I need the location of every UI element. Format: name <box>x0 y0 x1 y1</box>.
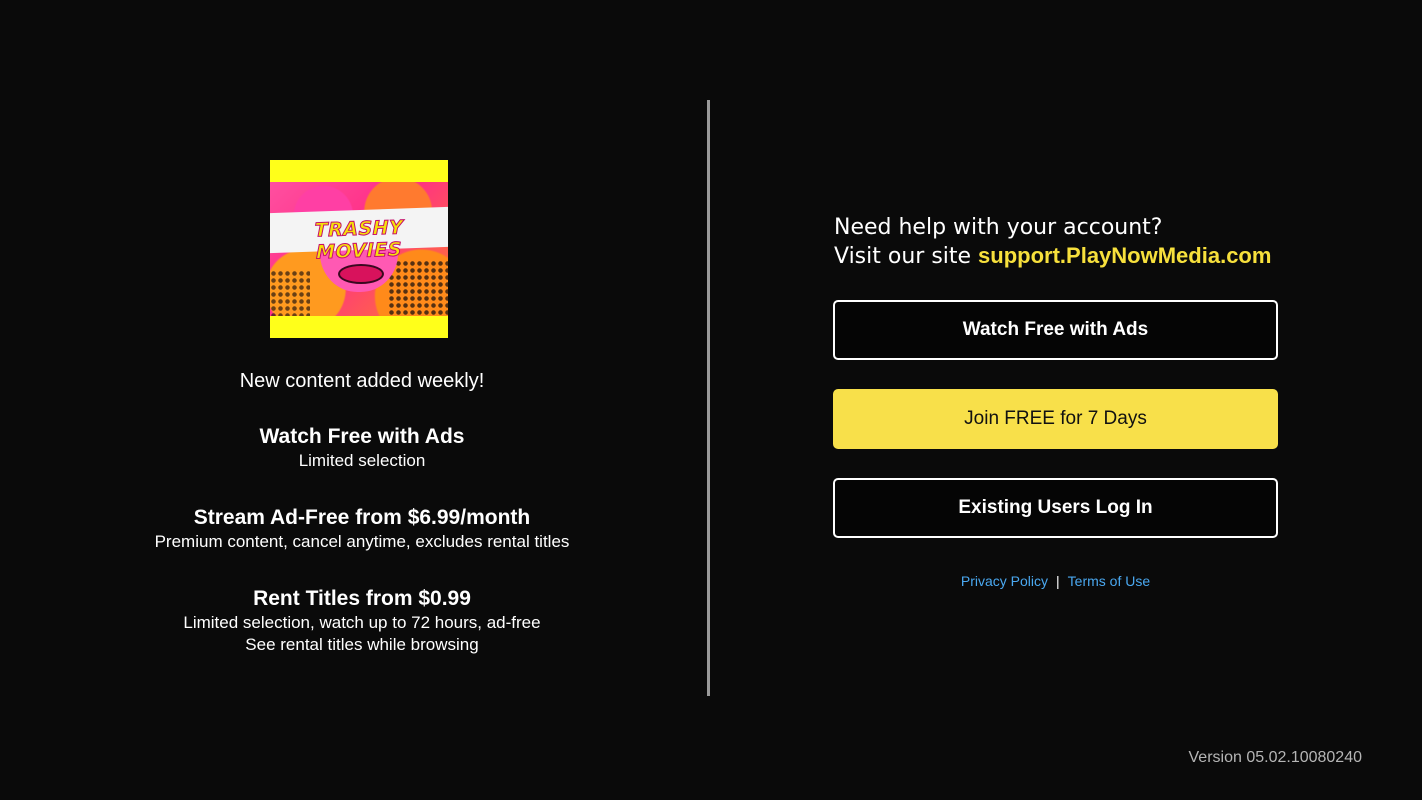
help-text: Need help with your account? Visit our s… <box>834 214 1354 271</box>
help-line-1: Need help with your account? <box>834 215 1163 240</box>
feature-title: Rent Titles from $0.99 <box>253 587 471 610</box>
logo-text: TRASHY MOVIES <box>314 216 404 264</box>
help-line-2: Visit our site support.PlayNowMedia.com <box>834 242 1354 271</box>
watch-free-button[interactable]: Watch Free with Ads <box>833 300 1278 360</box>
log-in-button[interactable]: Existing Users Log In <box>833 478 1278 538</box>
welcome-screen: TRASHY MOVIES New content added weekly! … <box>0 0 1422 800</box>
trashy-movies-logo: TRASHY MOVIES <box>270 160 448 338</box>
logo-lips <box>338 264 384 284</box>
feature-title: Watch Free with Ads <box>259 425 465 448</box>
feature-desc: Premium content, cancel anytime, exclude… <box>154 532 570 551</box>
feature-desc-line2: See rental titles while browsing <box>245 635 479 654</box>
feature-ad-free: Stream Ad-Free from $6.99/month Premium … <box>62 505 662 553</box>
version-label: Version 05.02.10080240 <box>1188 749 1362 766</box>
legal-links: Privacy Policy | Terms of Use <box>833 573 1278 589</box>
feature-free-with-ads: Watch Free with Ads Limited selection <box>62 424 662 472</box>
tagline: New content added weekly! <box>239 370 485 392</box>
vertical-divider <box>707 100 710 696</box>
legal-separator: | <box>1056 573 1060 589</box>
feature-rent-titles: Rent Titles from $0.99 Limited selection… <box>62 586 662 656</box>
support-link[interactable]: support.PlayNowMedia.com <box>978 243 1271 268</box>
feature-desc: Limited selection, watch up to 72 hours,… <box>183 613 541 632</box>
logo-halftone <box>388 260 448 316</box>
logo-halftone-left <box>270 270 310 316</box>
terms-of-use-link[interactable]: Terms of Use <box>1068 573 1150 589</box>
join-free-button[interactable]: Join FREE for 7 Days <box>833 389 1278 449</box>
feature-title: Stream Ad-Free from $6.99/month <box>193 506 531 529</box>
feature-desc: Limited selection <box>298 451 426 470</box>
privacy-policy-link[interactable]: Privacy Policy <box>961 573 1048 589</box>
help-prefix: Visit our site <box>834 244 979 269</box>
